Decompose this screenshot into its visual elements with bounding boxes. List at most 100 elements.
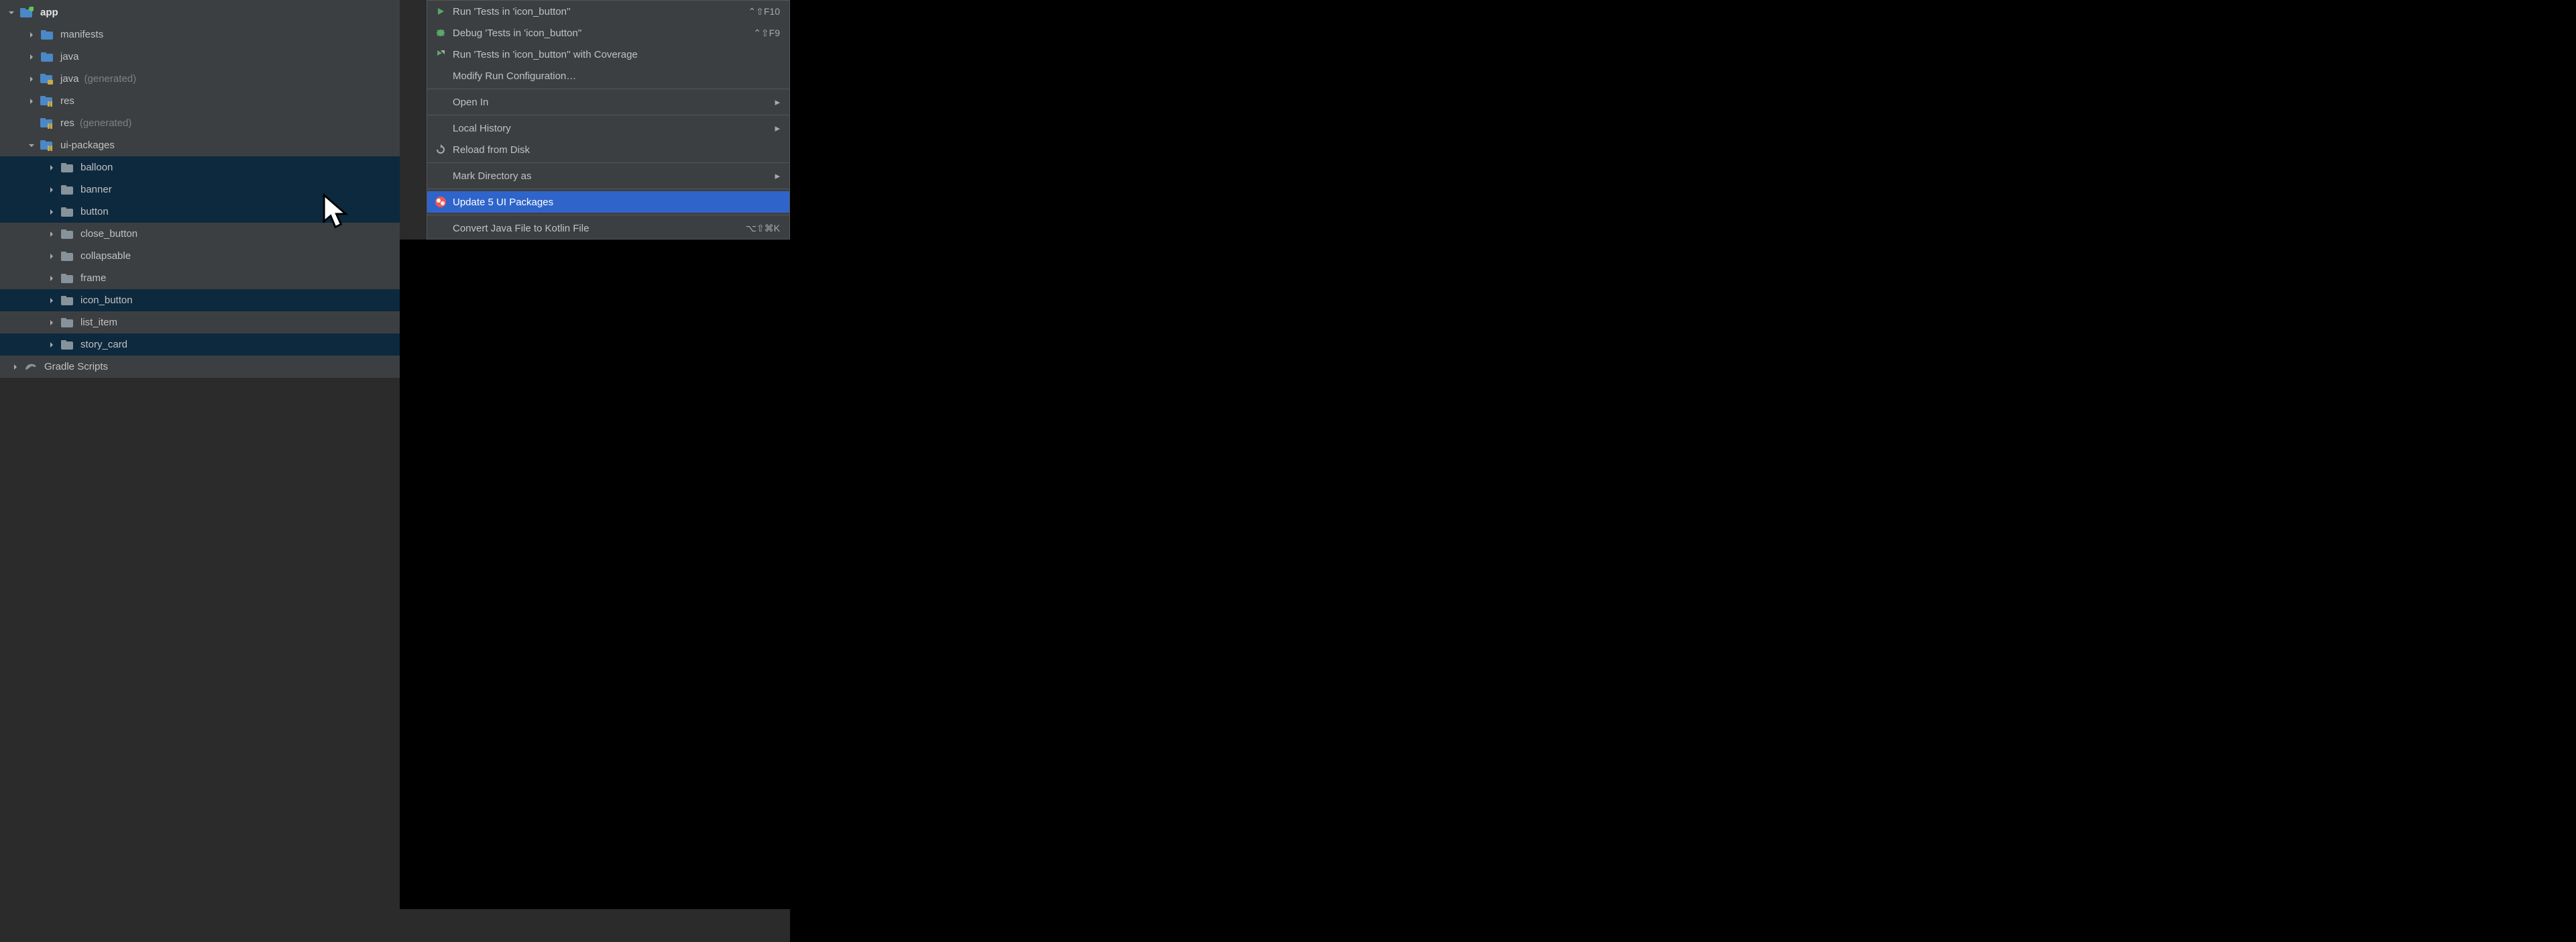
tree-item-banner[interactable]: banner bbox=[0, 178, 400, 201]
tree-item-java-generated[interactable]: java (generated) bbox=[0, 68, 400, 90]
res-folder-icon bbox=[40, 95, 54, 108]
folder-icon bbox=[40, 28, 54, 42]
chevron-right-icon bbox=[25, 95, 38, 107]
tree-label-suffix: (generated) bbox=[85, 73, 137, 85]
tree-item-icon-button[interactable]: icon_button bbox=[0, 289, 400, 311]
chevron-right-icon bbox=[46, 272, 58, 284]
menu-label: Mark Directory as bbox=[453, 170, 769, 182]
run-icon bbox=[434, 5, 447, 18]
chevron-right-icon bbox=[46, 317, 58, 329]
tree-item-story-card[interactable]: story_card bbox=[0, 333, 400, 356]
folder-icon bbox=[60, 205, 74, 219]
tree-item-close-button[interactable]: close_button bbox=[0, 223, 400, 245]
menu-label: Open In bbox=[453, 97, 769, 108]
tree-label: list_item bbox=[80, 317, 117, 328]
chevron-right-icon bbox=[46, 184, 58, 196]
tree-item-java[interactable]: java bbox=[0, 46, 400, 68]
chevron-right-icon bbox=[9, 361, 21, 373]
tree-label: res bbox=[60, 117, 74, 129]
folder-icon bbox=[40, 50, 54, 64]
menu-label: Run 'Tests in 'icon_button'' bbox=[453, 6, 742, 17]
menu-item-local-history[interactable]: Local History ▸ bbox=[427, 117, 789, 139]
chevron-right-icon bbox=[46, 162, 58, 174]
menu-label: Debug 'Tests in 'icon_button'' bbox=[453, 28, 748, 39]
menu-item-open-in[interactable]: Open In ▸ bbox=[427, 91, 789, 113]
gen-folder-icon bbox=[40, 72, 54, 86]
tree-item-collapsable[interactable]: collapsable bbox=[0, 245, 400, 267]
reload-icon bbox=[434, 143, 447, 156]
spacer bbox=[434, 121, 447, 135]
tree-item-list-item[interactable]: list_item bbox=[0, 311, 400, 333]
res-folder-icon bbox=[40, 139, 54, 152]
spacer bbox=[434, 69, 447, 83]
tree-label: icon_button bbox=[80, 295, 133, 306]
menu-label: Update 5 UI Packages bbox=[453, 197, 780, 208]
tree-label: banner bbox=[80, 184, 112, 195]
tree-label: story_card bbox=[80, 339, 127, 350]
spacer bbox=[434, 169, 447, 182]
tree-label: frame bbox=[80, 272, 106, 284]
menu-item-update-ui-packages[interactable]: Update 5 UI Packages bbox=[427, 191, 789, 213]
folder-icon bbox=[60, 183, 74, 197]
debug-icon bbox=[434, 26, 447, 40]
relay-icon bbox=[434, 195, 447, 209]
menu-shortcut: ⌃⇧F10 bbox=[748, 6, 780, 17]
tree-item-manifests[interactable]: manifests bbox=[0, 23, 400, 46]
menu-item-modify-run-config[interactable]: Modify Run Configuration… bbox=[427, 65, 789, 87]
tree-label: java bbox=[60, 51, 79, 62]
chevron-down-icon bbox=[5, 7, 17, 19]
folder-icon bbox=[60, 161, 74, 174]
menu-item-reload-from-disk[interactable]: Reload from Disk bbox=[427, 139, 789, 160]
tree-item-res[interactable]: res bbox=[0, 90, 400, 112]
tree-label: res bbox=[60, 95, 74, 107]
menu-label: Local History bbox=[453, 123, 769, 134]
tree-item-button[interactable]: button bbox=[0, 201, 400, 223]
chevron-right-icon bbox=[46, 206, 58, 218]
submenu-arrow-icon: ▸ bbox=[775, 170, 780, 182]
chevron-right-icon bbox=[46, 250, 58, 262]
tree-label: manifests bbox=[60, 29, 103, 40]
gradle-icon bbox=[24, 360, 38, 374]
menu-item-debug-tests[interactable]: Debug 'Tests in 'icon_button'' ⌃⇧F9 bbox=[427, 22, 789, 44]
submenu-arrow-icon: ▸ bbox=[775, 96, 780, 108]
tree-label: Gradle Scripts bbox=[44, 361, 108, 372]
menu-label: Convert Java File to Kotlin File bbox=[453, 223, 740, 234]
folder-icon bbox=[60, 294, 74, 307]
tree-item-balloon[interactable]: balloon bbox=[0, 156, 400, 178]
folder-icon bbox=[60, 272, 74, 285]
tree-item-app[interactable]: app bbox=[0, 1, 400, 23]
project-tree[interactable]: app manifests java java (generated) bbox=[0, 0, 400, 378]
folder-icon bbox=[60, 338, 74, 352]
tree-label: collapsable bbox=[80, 250, 131, 262]
menu-item-convert-java-kotlin[interactable]: Convert Java File to Kotlin File ⌥⇧⌘K bbox=[427, 217, 789, 239]
chevron-right-icon bbox=[46, 295, 58, 307]
chevron-right-icon bbox=[25, 73, 38, 85]
tree-item-res-generated[interactable]: res (generated) bbox=[0, 112, 400, 134]
folder-icon bbox=[60, 250, 74, 263]
menu-item-run-tests[interactable]: Run 'Tests in 'icon_button'' ⌃⇧F10 bbox=[427, 1, 789, 22]
context-menu[interactable]: Run 'Tests in 'icon_button'' ⌃⇧F10 Debug… bbox=[427, 0, 790, 240]
menu-item-run-coverage[interactable]: Run 'Tests in 'icon_button'' with Covera… bbox=[427, 44, 789, 65]
spacer bbox=[434, 221, 447, 235]
tree-label-suffix: (generated) bbox=[80, 117, 132, 129]
menu-shortcut: ⌥⇧⌘K bbox=[746, 223, 780, 234]
tree-label: ui-packages bbox=[60, 140, 115, 151]
coverage-icon bbox=[434, 48, 447, 61]
menu-label: Modify Run Configuration… bbox=[453, 70, 780, 82]
submenu-arrow-icon: ▸ bbox=[775, 122, 780, 134]
tree-item-gradle-scripts[interactable]: Gradle Scripts bbox=[0, 356, 400, 378]
chevron-right-icon bbox=[25, 51, 38, 63]
menu-shortcut: ⌃⇧F9 bbox=[753, 28, 780, 39]
folder-icon bbox=[60, 227, 74, 241]
spacer bbox=[434, 95, 447, 109]
menu-separator bbox=[427, 162, 789, 163]
tree-item-ui-packages[interactable]: ui-packages bbox=[0, 134, 400, 156]
tree-label: balloon bbox=[80, 162, 113, 173]
tree-label: java bbox=[60, 73, 79, 85]
tree-label: app bbox=[40, 7, 58, 18]
tree-label: close_button bbox=[80, 228, 137, 240]
chevron-right-icon bbox=[46, 228, 58, 240]
menu-item-mark-directory[interactable]: Mark Directory as ▸ bbox=[427, 165, 789, 187]
chevron-right-icon bbox=[46, 339, 58, 351]
tree-item-frame[interactable]: frame bbox=[0, 267, 400, 289]
